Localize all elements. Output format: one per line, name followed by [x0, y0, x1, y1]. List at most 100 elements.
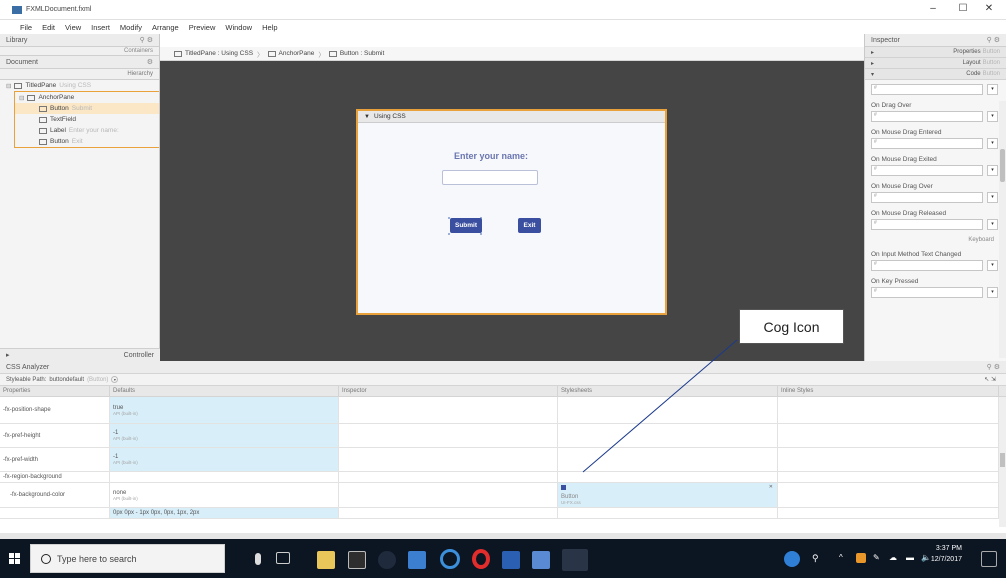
tree-textfield[interactable]: TextField: [15, 114, 159, 125]
dropdown-icon[interactable]: ▾: [987, 110, 998, 122]
amazon-icon[interactable]: [348, 551, 366, 569]
table-row[interactable]: -fx-region-background: [0, 472, 1006, 483]
hierarchy-row[interactable]: Hierarchy: [0, 69, 159, 80]
table-row[interactable]: -fx-pref-height -1 API (built-in): [0, 424, 1006, 448]
submit-button[interactable]: Submit: [450, 218, 482, 233]
word-icon[interactable]: [502, 551, 520, 569]
inspector-scrollbar[interactable]: [999, 101, 1006, 358]
cloud-icon[interactable]: ☁: [889, 553, 899, 563]
selection-handle[interactable]: [448, 233, 450, 235]
scenebuilder-icon[interactable]: [562, 549, 588, 571]
selection-handle[interactable]: [480, 233, 482, 235]
tree-button-submit[interactable]: Button Submit: [15, 103, 159, 114]
dropdown-icon[interactable]: ▾: [987, 137, 998, 149]
file-explorer-icon[interactable]: [317, 551, 335, 569]
breadcrumb-anchorpane[interactable]: AnchorPane: [267, 50, 314, 57]
collapse-icon[interactable]: ⊟: [6, 82, 11, 90]
dropdown-icon[interactable]: ▾: [987, 259, 998, 271]
tree-titledpane[interactable]: ⊟ TitledPane Using CSS: [0, 80, 159, 91]
prop-field[interactable]: # ▾: [865, 285, 1006, 299]
table-row[interactable]: -fx-pref-width -1 API (built-in): [0, 448, 1006, 472]
prop-field[interactable]: # ▾: [865, 258, 1006, 272]
taskbar-search[interactable]: Type here to search: [30, 544, 225, 573]
people-icon[interactable]: ⚲: [812, 553, 824, 565]
inspector-search-icon[interactable]: ⚲ ⚙: [987, 36, 1000, 44]
task-view-icon[interactable]: [276, 552, 290, 564]
section-code[interactable]: ▾ Code Button: [865, 69, 1006, 80]
scroll-thumb[interactable]: [1000, 149, 1005, 182]
name-textfield[interactable]: [442, 170, 538, 185]
pick-icon[interactable]: ↖ ⇲: [984, 376, 996, 383]
section-layout[interactable]: ▸ Layout Button: [865, 58, 1006, 69]
table-row[interactable]: -fx-background-color none API (built-in) …: [0, 483, 1006, 508]
prop-field[interactable]: # ▾: [865, 163, 1006, 177]
titled-pane-preview[interactable]: ▼ Using CSS Enter your name: Submit Exit: [356, 109, 667, 315]
menu-edit[interactable]: Edit: [42, 23, 55, 32]
dropdown-icon[interactable]: ▾: [987, 83, 998, 95]
close-button[interactable]: ✕: [974, 3, 1004, 14]
photos-icon[interactable]: [408, 551, 426, 569]
menu-preview[interactable]: Preview: [189, 23, 216, 32]
close-icon[interactable]: ✕: [769, 484, 773, 490]
notification-icon[interactable]: [981, 551, 997, 567]
breadcrumb-button[interactable]: Button : Submit: [328, 50, 384, 57]
microphone-icon[interactable]: [255, 553, 261, 565]
menu-modify[interactable]: Modify: [120, 23, 142, 32]
chevron-up-icon[interactable]: ^: [839, 553, 849, 563]
containers-row[interactable]: Containers: [0, 47, 159, 56]
inspector-header: Inspector ⚲ ⚙: [865, 34, 1006, 47]
section-properties[interactable]: ▸ Properties Button: [865, 47, 1006, 58]
table-scrollbar[interactable]: [999, 397, 1006, 527]
dropdown-icon[interactable]: ▾: [987, 286, 998, 298]
menu-insert[interactable]: Insert: [91, 23, 110, 32]
edge-icon[interactable]: [440, 549, 460, 569]
menu-file[interactable]: File: [20, 23, 32, 32]
document-gear-icon[interactable]: ⚙: [147, 58, 153, 66]
path-dropdown-icon[interactable]: ▾: [111, 376, 119, 383]
battery-icon[interactable]: ▬: [906, 553, 916, 563]
anchorpane-group: ⊟ AnchorPane Button Submit TextField Lab…: [14, 91, 159, 148]
start-button[interactable]: [0, 539, 30, 578]
table-row[interactable]: 0px 0px - 1px 0px, 0px, 1px, 2px: [0, 508, 1006, 519]
media-icon[interactable]: [378, 551, 396, 569]
dropdown-icon[interactable]: ▾: [987, 164, 998, 176]
dropdown-icon[interactable]: ▾: [987, 191, 998, 203]
volume-icon[interactable]: 🔈: [921, 553, 931, 563]
breadcrumb-titledpane[interactable]: TitledPane : Using CSS: [174, 50, 253, 57]
titled-pane-header[interactable]: ▼ Using CSS: [358, 111, 665, 123]
button-icon: [39, 105, 47, 112]
box-icon[interactable]: [532, 551, 550, 569]
prop-field[interactable]: # ▾: [865, 217, 1006, 231]
prop-field[interactable]: # ▾: [865, 136, 1006, 150]
library-search-icon[interactable]: ⚲ ⚙: [140, 36, 153, 44]
tree-anchorpane[interactable]: ⊟ AnchorPane: [15, 92, 159, 103]
menu-view[interactable]: View: [65, 23, 81, 32]
menu-help[interactable]: Help: [262, 23, 277, 32]
prop-label: On Mouse Drag Entered: [871, 129, 942, 136]
window-title: FXMLDocument.fxml: [26, 6, 92, 13]
clock[interactable]: 3:37 PM 12/7/2017: [931, 543, 962, 565]
opera-icon[interactable]: [472, 549, 490, 569]
prop-label: On Drag Over: [871, 102, 912, 109]
table-row[interactable]: -fx-position-shape true API (built-in): [0, 397, 1006, 424]
scroll-thumb[interactable]: [1000, 453, 1005, 467]
collapse-icon[interactable]: ⊟: [19, 94, 24, 102]
prop-field[interactable]: # ▾: [865, 109, 1006, 123]
tree-label[interactable]: Label Enter your name:: [15, 125, 159, 136]
menu-arrange[interactable]: Arrange: [152, 23, 179, 32]
tray-app-icon[interactable]: [856, 553, 866, 563]
css-search-icon[interactable]: ⚲ ⚙: [987, 363, 1000, 371]
prop-field[interactable]: # ▾: [865, 82, 1006, 96]
menu-window[interactable]: Window: [225, 23, 252, 32]
controller-row[interactable]: ▸ Controller: [0, 348, 160, 361]
prop-field[interactable]: # ▾: [865, 190, 1006, 204]
pen-icon[interactable]: ✎: [873, 553, 883, 563]
dropdown-icon[interactable]: ▾: [987, 218, 998, 230]
stylesheet-cell[interactable]: ✕ Button UI-FX.css: [558, 483, 778, 507]
expand-arrow-icon[interactable]: ▸: [6, 351, 10, 359]
app-tray-icon[interactable]: [784, 551, 800, 567]
exit-button[interactable]: Exit: [518, 218, 541, 233]
minimize-button[interactable]: –: [918, 3, 948, 14]
tree-button-exit[interactable]: Button Exit: [15, 136, 159, 147]
css-analyzer-header: CSS Analyzer ⚲ ⚙: [0, 361, 1006, 374]
